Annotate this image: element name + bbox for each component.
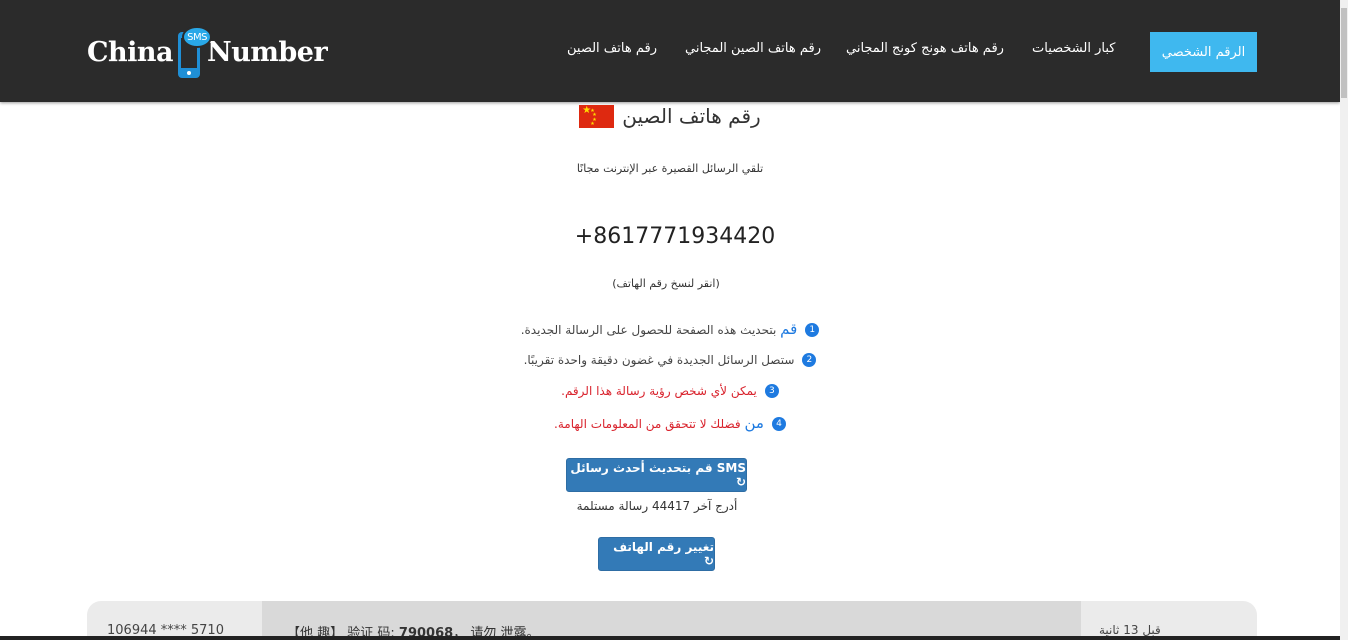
message-table: 106944 **** 5710 【他 趣】 验证 码: 790068， 请勿 … (87, 601, 1257, 640)
nav-item-china-number[interactable]: رقم هاتف الصين (567, 41, 657, 56)
china-flag-icon: ★ ★ ★ ★ ★ (579, 104, 615, 128)
nav-item-vip[interactable]: كبار الشخصيات (1032, 41, 1115, 56)
note-lead: من (744, 414, 764, 432)
logo-text-china: China (87, 36, 174, 68)
note-lead: قم (780, 320, 798, 338)
note-number-badge: 4 (771, 417, 786, 431)
message-time: قبل 13 ثانية (1099, 623, 1161, 637)
bottom-border (0, 636, 1340, 640)
note-text: ستصل الرسائل الجديدة في غضون دقيقة واحدة… (523, 353, 795, 367)
logo-sms-bubble: SMS (182, 26, 213, 48)
scrollbar-thumb[interactable] (1341, 8, 1347, 98)
site-logo[interactable]: China SMS Number (87, 25, 328, 79)
page: China SMS Number كبار الشخصيات رقم هاتف … (0, 0, 1348, 640)
note-number-badge: 2 (802, 353, 817, 367)
note-text: فضلك لا تتحقق من المعلومات الهامة. (554, 417, 745, 431)
note-1: 1 قم بتحديث هذه الصفحة للحصول على الرسالة… (0, 320, 1340, 338)
phone-number[interactable]: +8617771934420 (0, 224, 1348, 249)
refresh-messages-button[interactable]: SMS قم بتحديث أحدث رسائل ↻ (566, 458, 747, 492)
logo-text-number: Number (207, 36, 328, 68)
page-title: رقم هاتف الصين (622, 104, 761, 128)
note-number-badge: 1 (805, 323, 820, 337)
site-header: China SMS Number كبار الشخصيات رقم هاتف … (0, 0, 1340, 102)
nav-item-china-free[interactable]: رقم هاتف الصين المجاني (685, 41, 821, 56)
change-number-button[interactable]: تغيير رقم الهاتف ↻ (598, 537, 715, 571)
copy-hint: (انقر لنسخ رقم الهاتف) (612, 277, 720, 290)
page-title-row: ★ ★ ★ ★ ★ رقم هاتف الصين (0, 104, 1340, 128)
nav-item-hong-kong-free[interactable]: رقم هاتف هونج كونج المجاني (846, 41, 1004, 56)
note-text: يمكن لأي شخص رؤية رسالة هذا الرقم. (561, 384, 757, 398)
note-4: 4 من فضلك لا تتحقق من المعلومات الهامة. (0, 414, 1340, 432)
note-number-badge: 3 (764, 384, 779, 398)
note-3: 3 يمكن لأي شخص رؤية رسالة هذا الرقم. (0, 384, 1340, 398)
page-subtitle: تلقي الرسائل القصيرة عبر الإنترنت مجانًا (576, 162, 764, 175)
received-count-text: أدرج آخر 44417 رسالة مستلمة (576, 499, 738, 513)
note-text: بتحديث هذه الصفحة للحصول على الرسالة الج… (520, 323, 781, 337)
phone-sms-icon: SMS (175, 26, 213, 78)
note-2: 2 ستصل الرسائل الجديدة في غضون دقيقة واحد… (0, 353, 1340, 367)
personal-number-button[interactable]: الرقم الشخصي (1150, 32, 1257, 72)
